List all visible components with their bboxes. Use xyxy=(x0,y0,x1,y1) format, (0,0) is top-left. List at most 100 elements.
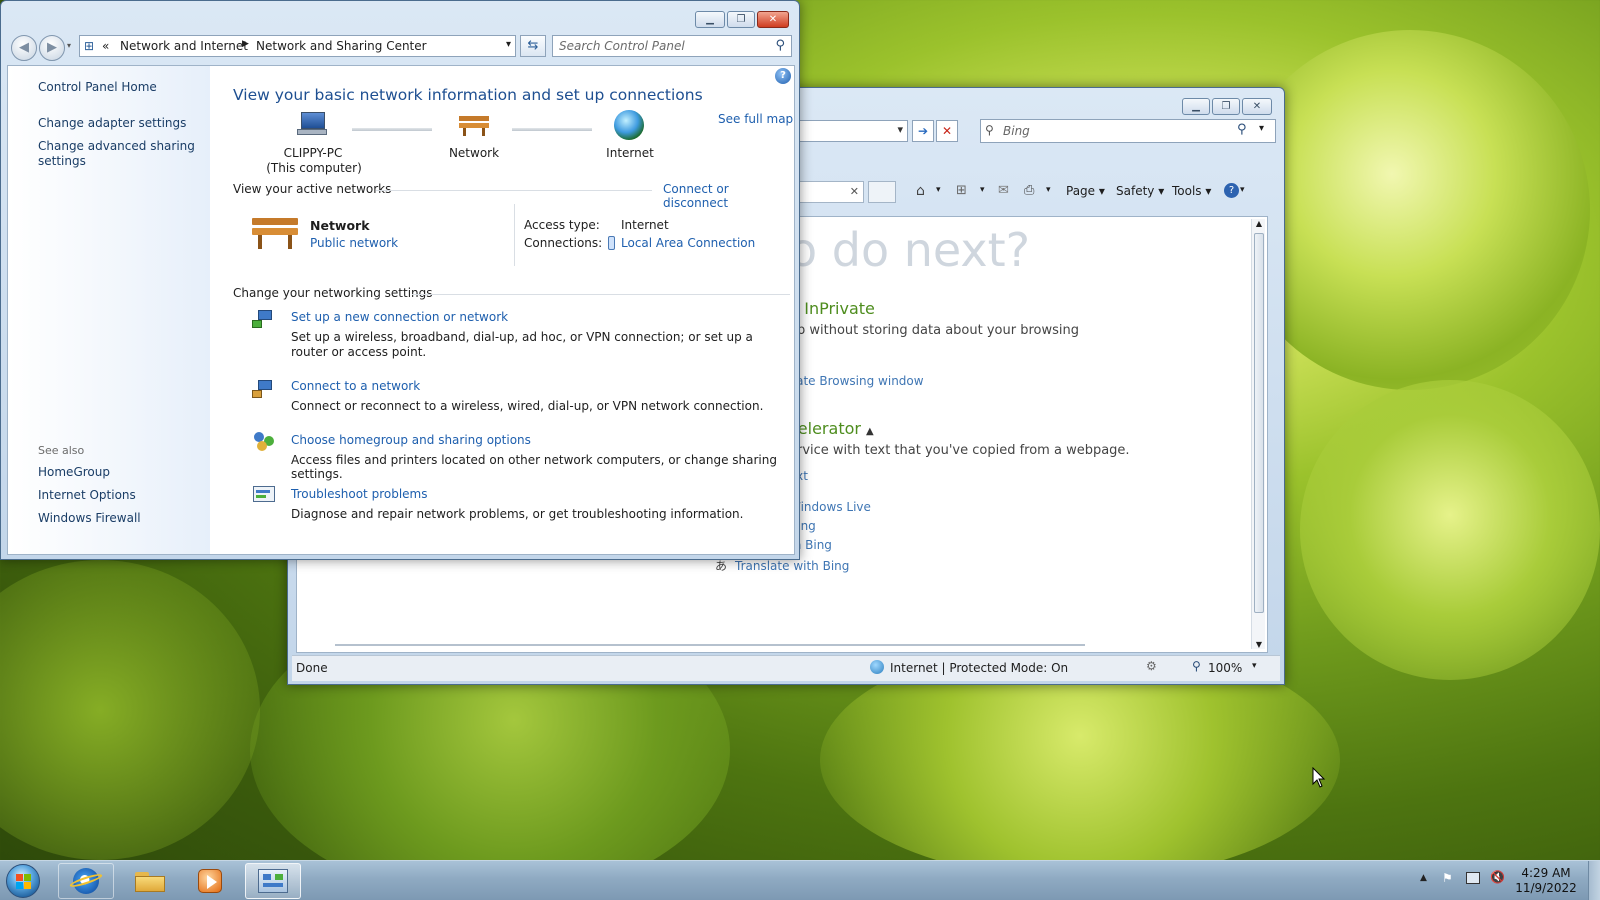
section-divider xyxy=(376,190,652,191)
connect-network-icon xyxy=(252,378,276,400)
troubleshoot-link[interactable]: Troubleshoot problems xyxy=(291,487,427,501)
network-label: Network xyxy=(448,146,500,160)
go-button[interactable]: ➔ xyxy=(912,120,934,142)
close-tab-icon[interactable]: ✕ xyxy=(850,185,859,198)
breadcrumb[interactable]: ⊞ « Network and Internet ▶ Network and S… xyxy=(79,35,516,57)
ie-address-bar[interactable]: ▾ xyxy=(788,120,908,142)
help-dropdown-icon[interactable]: ▾ xyxy=(1240,185,1245,195)
new-tab-button[interactable] xyxy=(868,181,896,203)
search-input[interactable]: Search Control Panel xyxy=(559,39,685,53)
inprivate-link[interactable]: vate Browsing window xyxy=(789,374,924,388)
scroll-up-arrow[interactable]: ▲ xyxy=(1252,219,1266,228)
chevron-right-icon[interactable]: ▶ xyxy=(242,39,249,49)
search-icon[interactable]: ⚲ xyxy=(775,38,785,53)
feeds-dropdown-icon[interactable]: ▾ xyxy=(980,185,985,195)
back-button[interactable]: ◀ xyxy=(11,35,37,61)
internet-options-link[interactable]: Internet Options xyxy=(38,488,136,503)
ie-search-box[interactable]: ⚲ Bing ⚲ ▾ xyxy=(980,119,1276,143)
help-icon[interactable]: ? xyxy=(775,68,791,84)
connect-network-link[interactable]: Connect to a network xyxy=(291,379,420,393)
taskbar-ie-button[interactable] xyxy=(58,863,114,899)
setup-connection-link[interactable]: Set up a new connection or network xyxy=(291,310,508,324)
see-also-heading: See also xyxy=(38,444,85,457)
wallpaper-blob xyxy=(0,560,260,860)
accelerator-link[interactable]: Windows Live xyxy=(789,500,871,514)
recent-pages-dropdown[interactable]: ▾ xyxy=(67,41,71,50)
inprivate-description: eb without storing data about your brows… xyxy=(789,323,1079,338)
minimize-button[interactable]: ▁ xyxy=(695,11,725,28)
map-connector-line xyxy=(352,128,432,131)
change-adapter-settings-link[interactable]: Change adapter settings xyxy=(38,116,186,131)
show-desktop-button[interactable] xyxy=(1588,861,1600,900)
public-network-link[interactable]: Public network xyxy=(310,236,398,250)
collapse-icon: ▲ xyxy=(866,426,874,437)
home-dropdown-icon[interactable]: ▾ xyxy=(936,185,941,195)
network-sharing-center-window: ▁ ❐ ✕ ◀ ▶ ▾ ⊞ « Network and Internet ▶ N… xyxy=(0,0,800,560)
horizontal-scrollbar[interactable] xyxy=(335,644,1085,646)
breadcrumb-overflow[interactable]: « xyxy=(102,39,109,53)
mail-icon[interactable]: ✉ xyxy=(998,183,1009,198)
system-clock[interactable]: 4:29 AM 11/9/2022 xyxy=(1505,866,1587,896)
page-title: View your basic network information and … xyxy=(233,86,703,104)
volume-muted-icon[interactable]: 🔇 xyxy=(1490,870,1505,884)
change-advanced-sharing-link[interactable]: Change advanced sharing settings xyxy=(38,139,198,169)
vertical-divider xyxy=(514,204,515,266)
breadcrumb-network-internet[interactable]: Network and Internet xyxy=(120,39,248,53)
globe-icon xyxy=(870,660,884,674)
close-button[interactable]: ✕ xyxy=(1242,98,1272,115)
search-options-icon[interactable]: ▾ xyxy=(1259,123,1264,134)
print-dropdown-icon[interactable]: ▾ xyxy=(1046,185,1051,195)
safety-menu[interactable]: Safety ▾ xyxy=(1116,184,1164,198)
homegroup-sharing-description: Access files and printers located on oth… xyxy=(291,453,777,481)
local-area-connection-link[interactable]: Local Area Connection xyxy=(621,236,755,250)
home-icon[interactable]: ⌂ xyxy=(916,183,925,199)
search-go-icon[interactable]: ⚲ xyxy=(1237,122,1247,137)
see-full-map-link[interactable]: See full map xyxy=(718,112,793,126)
taskbar-control-panel-button[interactable] xyxy=(245,863,301,899)
connections-label: Connections: xyxy=(524,236,603,250)
show-hidden-icons-icon[interactable]: ▲ xyxy=(1420,873,1427,883)
homegroup-sharing-link[interactable]: Choose homegroup and sharing options xyxy=(291,433,531,447)
internet-globe-icon[interactable] xyxy=(614,110,644,140)
refresh-button[interactable]: ⇆ xyxy=(520,35,546,57)
windows-orb-icon[interactable] xyxy=(6,864,40,898)
address-dropdown-icon[interactable]: ▾ xyxy=(506,39,511,50)
close-button[interactable]: ✕ xyxy=(757,11,789,28)
maximize-button[interactable]: ❐ xyxy=(1212,98,1240,115)
stop-button[interactable]: ✕ xyxy=(936,120,958,142)
scroll-thumb[interactable] xyxy=(1254,233,1264,613)
print-icon[interactable]: ⎙ xyxy=(1024,183,1034,198)
breadcrumb-sharing-center[interactable]: Network and Sharing Center xyxy=(256,39,427,53)
computer-name: CLIPPY-PC xyxy=(283,146,343,160)
control-panel-search[interactable]: Search Control Panel ⚲ xyxy=(552,35,792,57)
zoom-level[interactable]: 100% xyxy=(1208,661,1242,675)
network-tray-icon[interactable] xyxy=(1466,872,1480,884)
address-dropdown-icon[interactable]: ▾ xyxy=(897,123,903,136)
network-bench-icon[interactable] xyxy=(459,114,489,136)
homegroup-icon xyxy=(252,430,276,452)
action-center-flag-icon[interactable]: ⚑ xyxy=(1442,871,1456,885)
windows-firewall-link[interactable]: Windows Firewall xyxy=(38,511,141,526)
help-icon[interactable]: ? xyxy=(1224,183,1239,198)
vertical-scrollbar[interactable]: ▲ ▼ xyxy=(1251,219,1265,649)
add-ons-icon[interactable]: ⚙ xyxy=(1146,659,1157,673)
page-menu[interactable]: Page ▾ xyxy=(1066,184,1105,198)
control-panel-home-link[interactable]: Control Panel Home xyxy=(38,80,157,95)
taskbar-media-player-button[interactable] xyxy=(182,863,238,899)
feeds-icon[interactable]: ⊞ xyxy=(956,183,967,198)
maximize-button[interactable]: ❐ xyxy=(727,11,755,28)
troubleshoot-icon xyxy=(252,484,276,506)
ethernet-icon xyxy=(608,236,615,250)
translate-icon: あ xyxy=(715,559,728,573)
zoom-dropdown-icon[interactable]: ▾ xyxy=(1252,661,1257,671)
connect-disconnect-link[interactable]: Connect or disconnect xyxy=(663,182,794,210)
taskbar-explorer-button[interactable] xyxy=(122,863,178,899)
minimize-button[interactable]: ▁ xyxy=(1182,98,1210,115)
homegroup-link[interactable]: HomeGroup xyxy=(38,465,110,480)
forward-button[interactable]: ▶ xyxy=(39,35,65,61)
scroll-down-arrow[interactable]: ▼ xyxy=(1252,640,1266,649)
search-input[interactable]: Bing xyxy=(1003,124,1030,138)
command-bar: ⌂ ▾ ⊞ ▾ ✉ ⎙ ▾ Page ▾ Safety ▾ Tools ▾ ? … xyxy=(916,183,1246,203)
tools-menu[interactable]: Tools ▾ xyxy=(1172,184,1211,198)
computer-icon[interactable] xyxy=(297,112,327,136)
